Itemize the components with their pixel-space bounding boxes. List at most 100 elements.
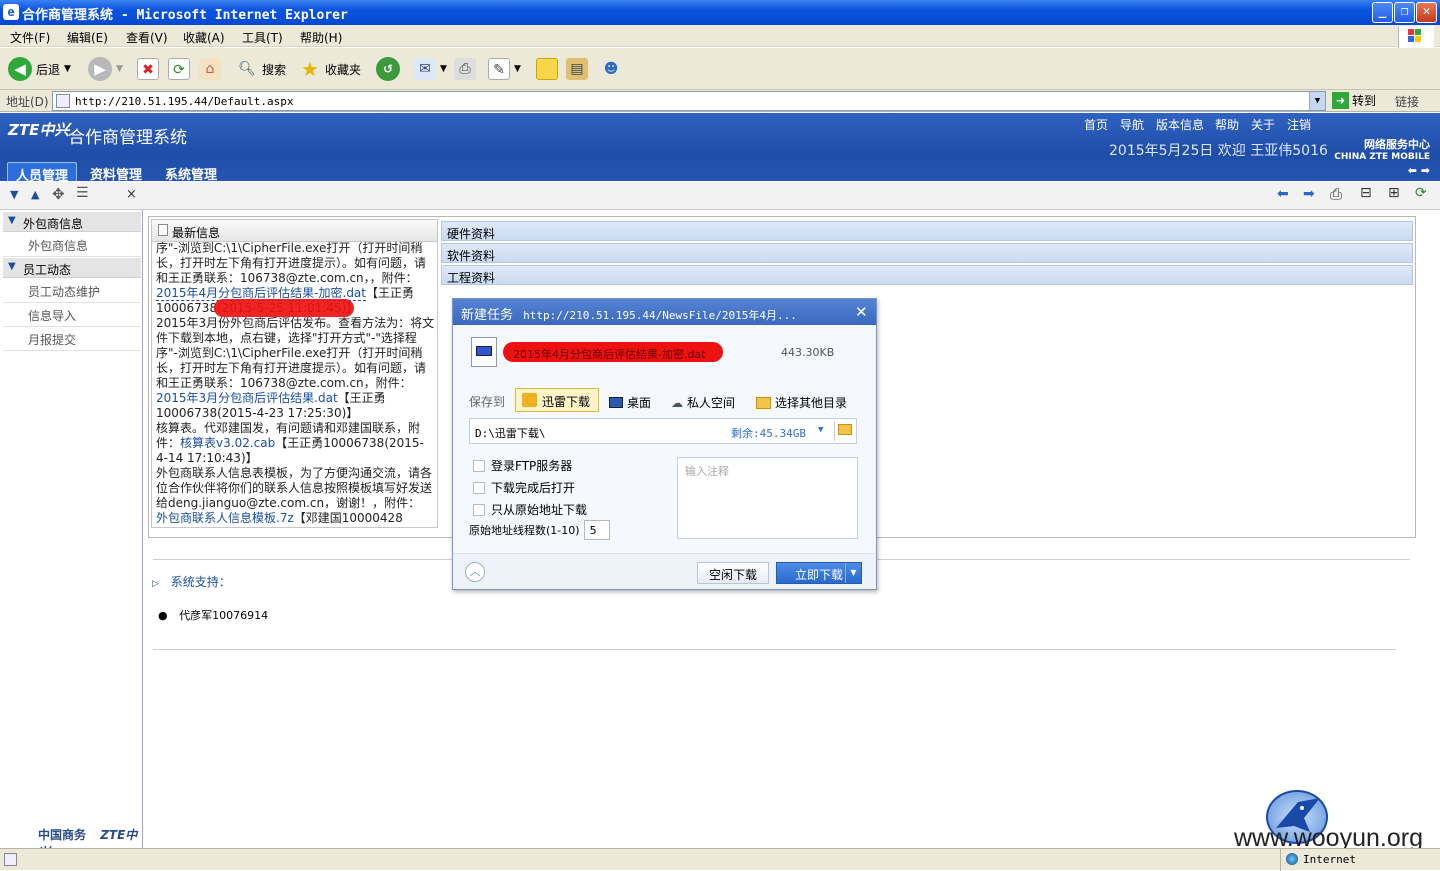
forward-icon[interactable]: ➡ <box>1303 186 1315 202</box>
sidebar-item-import[interactable]: 信息导入 <box>28 307 76 324</box>
collapse-arrow-icon[interactable]: ︿ <box>465 562 485 582</box>
menu-file[interactable]: 文件(F) <box>10 29 50 46</box>
save-to-label: 保存到 <box>469 395 506 409</box>
sidebar-item-staff-maintain[interactable]: 员工动态维护 <box>28 283 100 300</box>
sidebar-group-vendor[interactable]: ▼ 外包商信息 <box>3 212 141 232</box>
option-private[interactable]: ☁ 私人空间 <box>671 394 735 411</box>
check-open-after[interactable]: 下载完成后打开 <box>473 479 575 496</box>
menu-help[interactable]: 帮助(H) <box>300 29 342 46</box>
back-button[interactable]: ◀ 后退 ▼ <box>8 55 71 83</box>
close-window-button[interactable]: ✕ <box>1416 2 1437 23</box>
browse-folder-button[interactable] <box>834 421 854 441</box>
go-button[interactable]: ➜ 转到 <box>1332 92 1376 109</box>
chevron-down-icon: ▼ <box>8 215 16 226</box>
option-thunder[interactable]: 迅雷下载 <box>515 388 599 412</box>
chevron-down-icon[interactable]: ▼ <box>818 425 823 435</box>
bullet-icon: ● <box>158 609 168 622</box>
sidebar-group-label: 员工动态 <box>23 263 72 277</box>
folder-icon <box>756 396 771 409</box>
note-input[interactable]: 输入注释 <box>677 457 858 539</box>
menu-favorites[interactable]: 收藏(A) <box>183 29 225 46</box>
tab-system[interactable]: 系统管理 <box>157 162 225 183</box>
sidebar-item-monthly-report[interactable]: 月报提交 <box>28 331 76 348</box>
news-title: 最新信息 <box>172 226 221 240</box>
page-icon <box>56 94 70 108</box>
support-section: ▷ 系统支持： <box>152 573 231 590</box>
minimize-panel-icon[interactable]: ⊟ <box>1360 185 1372 201</box>
link-help[interactable]: 帮助 <box>1215 116 1239 133</box>
sidebar-group-staff[interactable]: ▼ 员工动态 <box>3 258 141 278</box>
research-button[interactable]: ▤ <box>566 55 588 83</box>
chevron-down-icon: ▼ <box>64 64 71 74</box>
history-button[interactable]: ↺ <box>376 55 400 83</box>
back-arrow-icon: ◀ <box>8 57 32 81</box>
check-ftp[interactable]: 登录FTP服务器 <box>473 457 572 474</box>
link-about[interactable]: 关于 <box>1251 116 1275 133</box>
edit-button[interactable]: ✎ ▼ <box>488 55 521 83</box>
checkbox[interactable] <box>473 459 485 472</box>
minimize-button[interactable]: _ <box>1372 2 1393 23</box>
section-hardware[interactable]: 硬件资料 <box>441 221 1413 241</box>
option-label: 迅雷下载 <box>542 395 591 409</box>
option-other-dir[interactable]: 选择其他目录 <box>756 394 847 411</box>
note-icon <box>536 58 558 80</box>
print-button[interactable]: ⎙ <box>454 55 476 83</box>
windows-logo-icon <box>1398 26 1434 48</box>
collapse-icon[interactable]: ▼ <box>10 188 18 201</box>
page-status-icon <box>4 853 17 866</box>
menu-edit[interactable]: 编辑(E) <box>67 29 108 46</box>
tab-documents[interactable]: 资料管理 <box>82 162 150 183</box>
links-label[interactable]: 链接 <box>1395 93 1419 110</box>
link-logout[interactable]: 注销 <box>1287 116 1311 133</box>
section-software[interactable]: 软件资料 <box>441 243 1413 263</box>
idle-download-button[interactable]: 空闲下载 <box>697 562 769 584</box>
attachment-link[interactable]: 核算表v3.02.cab <box>180 436 275 450</box>
close-panel-icon[interactable]: × <box>126 187 137 202</box>
address-dropdown-icon[interactable]: ▼ <box>1309 92 1325 110</box>
checkbox[interactable] <box>473 481 485 494</box>
discuss-button[interactable] <box>536 55 558 83</box>
back-icon[interactable]: ⬅ <box>1277 186 1289 202</box>
link-version[interactable]: 版本信息 <box>1156 116 1204 133</box>
link-home[interactable]: 首页 <box>1084 116 1108 133</box>
home-button[interactable]: ⌂ <box>199 55 221 83</box>
threads-input[interactable]: 5 <box>583 520 610 540</box>
forward-button[interactable]: ▶ ▼ <box>88 55 123 83</box>
address-input[interactable]: http://210.51.195.44/Default.aspx ▼ <box>52 91 1326 111</box>
search-button[interactable]: 🔍︎ 搜索 <box>236 55 286 83</box>
print-icon[interactable]: ⎙ <box>1330 185 1342 203</box>
list-icon[interactable]: ☰ <box>76 185 89 201</box>
maximize-button[interactable]: ❐ <box>1394 2 1415 23</box>
check-original-only[interactable]: 只从原始地址下载 <box>473 501 587 518</box>
menu-view[interactable]: 查看(V) <box>126 29 168 46</box>
link-nav[interactable]: 导航 <box>1120 116 1144 133</box>
refresh-button[interactable]: ⟳ <box>168 55 190 83</box>
option-desktop[interactable]: 桌面 <box>609 394 651 411</box>
refresh-panel-icon[interactable]: ⟳ <box>1415 185 1427 201</box>
dialog-close-icon[interactable]: ✕ <box>855 303 868 321</box>
move-icon[interactable]: ✥ <box>52 185 65 203</box>
messenger-button[interactable]: ☻ <box>600 55 622 83</box>
save-path-input[interactable]: D:\迅雷下载\ 剩余:45.34GB ▼ <box>469 418 857 444</box>
checkbox[interactable] <box>473 503 485 516</box>
dialog-title: 新建任务 <box>461 308 514 323</box>
chevron-down-icon: ▼ <box>440 64 447 74</box>
check-label: 只从原始地址下载 <box>491 503 588 517</box>
chevron-down-icon[interactable]: ▼ <box>845 563 861 583</box>
favorites-button[interactable]: ★ 收藏夹 <box>299 55 361 83</box>
sidebar-item-vendor-info[interactable]: 外包商信息 <box>28 237 88 254</box>
stop-button[interactable]: ✖ <box>137 55 159 83</box>
attachment-link[interactable]: 2015年3月分包商后评估结果.dat <box>156 391 338 405</box>
expand-icon[interactable]: ▲ <box>31 188 39 201</box>
maximize-panel-icon[interactable]: ⊞ <box>1388 185 1400 201</box>
section-engineering[interactable]: 工程资料 <box>441 265 1413 285</box>
tab-personnel[interactable]: 人员管理 <box>7 162 78 184</box>
refresh-icon: ⟳ <box>168 58 190 80</box>
attachment-link[interactable]: 外包商联系人信息模板.7z <box>156 511 294 525</box>
menu-tools[interactable]: 工具(T) <box>242 29 283 46</box>
file-name[interactable]: 2015年4月分包商后评估结果-加密.dat <box>503 342 723 362</box>
mail-button[interactable]: ✉ ▼ <box>414 55 447 83</box>
news-line: 10006738(2015-4-23 17:25:30)】 <box>156 406 359 420</box>
download-now-button[interactable]: 立即下载 ▼ <box>776 562 862 584</box>
menu-bar: 文件(F) 编辑(E) 查看(V) 收藏(A) 工具(T) 帮助(H) <box>0 25 1440 48</box>
